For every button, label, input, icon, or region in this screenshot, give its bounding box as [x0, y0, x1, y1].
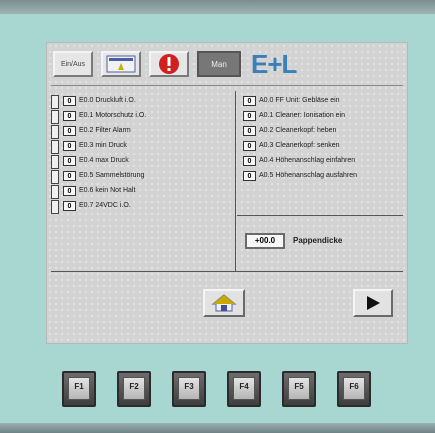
- output-row: 0 A0.0 FF Unit: Gebläse ein: [243, 95, 340, 106]
- input-state: 0: [63, 140, 76, 151]
- input-state: 0: [63, 200, 76, 211]
- output-row: 0 A0.4 Höhenanschlag einfahren: [243, 155, 355, 166]
- input-label: E0.0 Druckluft i.O.: [79, 97, 136, 104]
- hmi-screen: Ein/Aus Man E+L 0 E0.0 Druckluft i.O. 0 …: [46, 42, 408, 344]
- input-label: E0.5 Sammelstörung: [79, 172, 145, 179]
- next-page-button[interactable]: [353, 289, 393, 317]
- function-key-f2[interactable]: F2: [117, 371, 151, 407]
- input-label: E0.4 max Druck: [79, 157, 129, 164]
- device-top-bezel: [0, 0, 435, 14]
- input-state: 0: [63, 125, 76, 136]
- home-button[interactable]: [203, 289, 245, 317]
- column-divider: [235, 91, 236, 271]
- output-state: 0: [243, 95, 256, 106]
- input-row: 0 E0.5 Sammelstörung: [63, 170, 144, 181]
- input-state: 0: [63, 95, 76, 106]
- function-key-label: F3: [178, 377, 200, 400]
- output-state: 0: [243, 110, 256, 121]
- home-icon: [211, 294, 237, 312]
- output-row: 0 A0.3 Cleanerkopf: senken: [243, 140, 340, 151]
- output-label: A0.5 Höhenanschlag ausfahren: [259, 172, 358, 179]
- side-status-strip: [51, 95, 59, 215]
- input-row: 0 E0.7 24VDC i.O.: [63, 200, 131, 211]
- manual-mode-button[interactable]: Man: [197, 51, 241, 77]
- function-key-f6[interactable]: F6: [337, 371, 371, 407]
- input-state: 0: [63, 170, 76, 181]
- output-label: A0.0 FF Unit: Gebläse ein: [259, 97, 340, 104]
- output-label: A0.4 Höhenanschlag einfahren: [259, 157, 356, 164]
- output-state: 0: [243, 155, 256, 166]
- input-row: 0 E0.0 Druckluft i.O.: [63, 95, 136, 106]
- input-row: 0 E0.6 kein Not Halt: [63, 185, 135, 196]
- function-key-f3[interactable]: F3: [172, 371, 206, 407]
- function-key-label: F6: [343, 377, 365, 400]
- output-row: 0 A0.2 Cleanerkopf: heben: [243, 125, 336, 136]
- function-key-label: F1: [68, 377, 90, 400]
- output-label: A0.1 Cleaner: Ionisation ein: [259, 112, 345, 119]
- output-label: A0.3 Cleanerkopf: senken: [259, 142, 340, 149]
- function-key-label: F5: [288, 377, 310, 400]
- input-state: 0: [63, 185, 76, 196]
- pappendicke-value-field[interactable]: +00.0: [245, 233, 285, 249]
- pappendicke-label: Pappendicke: [293, 236, 343, 245]
- function-key-f1[interactable]: F1: [62, 371, 96, 407]
- input-label: E0.3 min Druck: [79, 142, 127, 149]
- input-label: E0.7 24VDC i.O.: [79, 202, 131, 209]
- company-logo: E+L: [251, 49, 297, 79]
- output-state: 0: [243, 170, 256, 181]
- output-state: 0: [243, 140, 256, 151]
- alarm-button[interactable]: [149, 51, 189, 77]
- manual-mode-label: Man: [211, 59, 227, 69]
- play-arrow-icon: [367, 296, 380, 310]
- input-label: E0.2 Filter Alarm: [79, 127, 131, 134]
- ein-aus-label: Ein/Aus: [60, 60, 86, 68]
- output-label: A0.2 Cleanerkopf: heben: [259, 127, 337, 134]
- alarm-icon: [159, 54, 179, 74]
- ein-aus-button[interactable]: Ein/Aus: [53, 51, 93, 77]
- parameter-icon: [106, 55, 136, 73]
- input-label: E0.6 kein Not Halt: [79, 187, 136, 194]
- input-state: 0: [63, 155, 76, 166]
- parameter-button[interactable]: [101, 51, 141, 77]
- output-state: 0: [243, 125, 256, 136]
- input-row: 0 E0.4 max Druck: [63, 155, 129, 166]
- input-row: 0 E0.2 Filter Alarm: [63, 125, 131, 136]
- io-bottom-divider: [51, 271, 403, 272]
- input-label: E0.1 Motorschutz i.O.: [79, 112, 147, 119]
- device-bottom-bezel: [0, 423, 435, 433]
- function-key-label: F4: [233, 377, 255, 400]
- function-key-f5[interactable]: F5: [282, 371, 316, 407]
- output-row: 0 A0.5 Höhenanschlag ausfahren: [243, 170, 357, 181]
- output-section-divider: [237, 215, 403, 216]
- input-row: 0 E0.1 Motorschutz i.O.: [63, 110, 146, 121]
- function-key-f4[interactable]: F4: [227, 371, 261, 407]
- input-row: 0 E0.3 min Druck: [63, 140, 127, 151]
- output-row: 0 A0.1 Cleaner: Ionisation ein: [243, 110, 345, 121]
- input-state: 0: [63, 110, 76, 121]
- function-key-label: F2: [123, 377, 145, 400]
- toolbar-divider: [51, 85, 403, 86]
